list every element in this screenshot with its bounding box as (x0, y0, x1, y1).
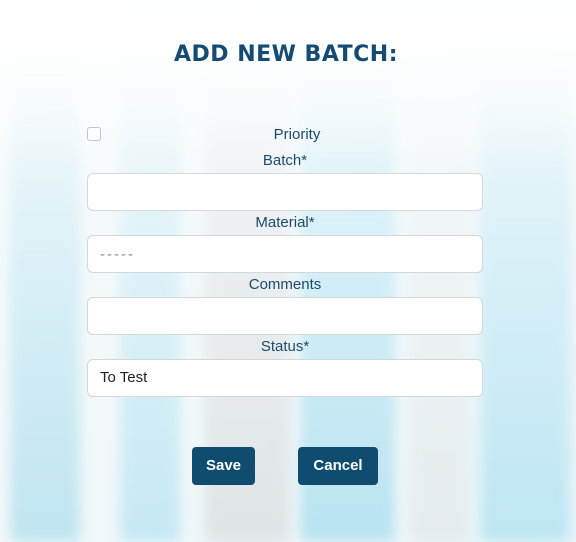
status-label: Status* (260, 338, 310, 355)
material-input[interactable] (87, 235, 483, 273)
comments-label: Comments (248, 276, 322, 293)
form-title: ADD NEW BATCH: (173, 42, 399, 67)
priority-row: Priority (87, 126, 483, 146)
status-select[interactable]: To Test (87, 359, 483, 397)
save-button[interactable]: Save (192, 447, 255, 485)
cancel-button[interactable]: Cancel (298, 447, 378, 485)
priority-label: Priority (273, 126, 321, 143)
batch-label: Batch* (262, 152, 308, 169)
batch-input[interactable] (87, 173, 483, 211)
add-batch-form: ADD NEW BATCH: Priority Batch* Material*… (0, 0, 576, 542)
material-label: Material* (255, 214, 315, 231)
comments-input[interactable] (87, 297, 483, 335)
